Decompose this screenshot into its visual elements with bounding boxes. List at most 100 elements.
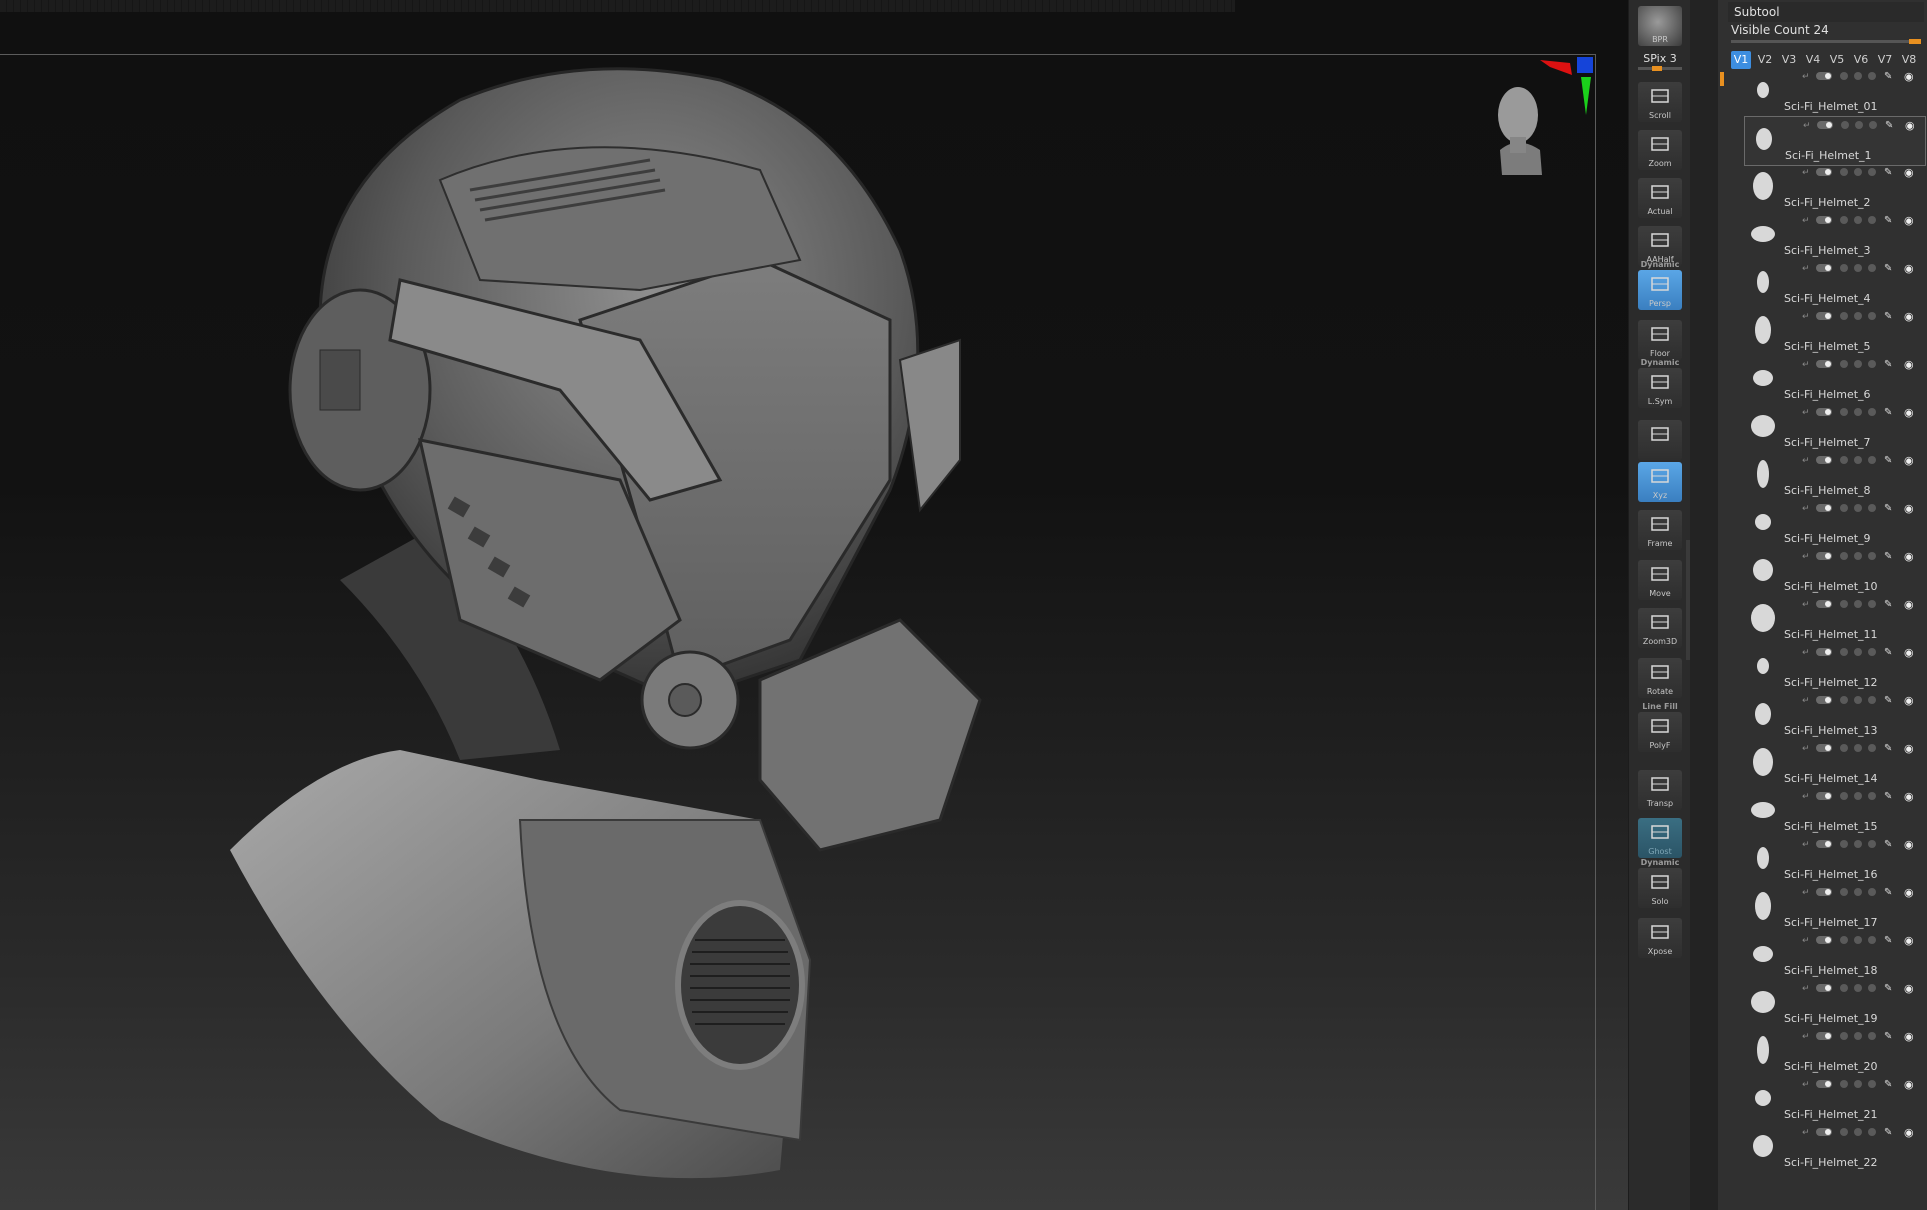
eye-icon[interactable]: ◉ — [1904, 1031, 1918, 1042]
brush-icon[interactable]: ✎ — [1884, 840, 1896, 850]
shelf-button-scroll[interactable]: Scroll — [1638, 82, 1682, 122]
visibility-dot-icon[interactable] — [1855, 121, 1863, 129]
navigation-head-gizmo[interactable] — [1480, 55, 1600, 185]
visibility-dot-icon[interactable] — [1854, 264, 1862, 272]
polypaint-icon[interactable] — [1840, 168, 1848, 176]
arrow-icon[interactable]: ↵ — [1802, 360, 1810, 370]
tab-v3[interactable]: V3 — [1779, 51, 1799, 69]
eye-icon[interactable]: ◉ — [1904, 1127, 1918, 1138]
arrow-icon[interactable]: ↵ — [1802, 648, 1810, 658]
brush-icon[interactable]: ✎ — [1884, 1128, 1896, 1138]
shelf-button-lock[interactable] — [1638, 420, 1682, 460]
brush-icon[interactable]: ✎ — [1884, 552, 1896, 562]
toggle-switch[interactable] — [1816, 840, 1832, 848]
visibility-dot-icon[interactable] — [1854, 1032, 1862, 1040]
toggle-switch[interactable] — [1816, 888, 1832, 896]
blend-icon[interactable] — [1868, 744, 1876, 752]
brush-icon[interactable]: ✎ — [1884, 648, 1896, 658]
toggle-switch[interactable] — [1816, 264, 1832, 272]
toggle-switch[interactable] — [1816, 696, 1832, 704]
polypaint-icon[interactable] — [1841, 121, 1849, 129]
shelf-button-zoom3d[interactable]: Zoom3D — [1638, 608, 1682, 648]
brush-icon[interactable]: ✎ — [1884, 264, 1896, 274]
tab-v1[interactable]: V1 — [1731, 51, 1751, 69]
visibility-dot-icon[interactable] — [1854, 552, 1862, 560]
arrow-icon[interactable]: ↵ — [1802, 792, 1810, 802]
blend-icon[interactable] — [1868, 456, 1876, 464]
eye-icon[interactable]: ◉ — [1904, 887, 1918, 898]
blend-icon[interactable] — [1868, 936, 1876, 944]
brush-icon[interactable]: ✎ — [1884, 216, 1896, 226]
vertical-scrollbar[interactable] — [1686, 540, 1690, 660]
brush-icon[interactable]: ✎ — [1884, 504, 1896, 514]
visibility-dot-icon[interactable] — [1854, 72, 1862, 80]
subtool-item[interactable]: ↵ ✎ ◉ Sci-Fi_Helmet_5 — [1744, 308, 1924, 356]
toggle-switch[interactable] — [1816, 72, 1832, 80]
brush-icon[interactable]: ✎ — [1884, 888, 1896, 898]
eye-icon[interactable]: ◉ — [1904, 503, 1918, 514]
brush-icon[interactable]: ✎ — [1884, 1080, 1896, 1090]
subtool-item[interactable]: ↵ ✎ ◉ Sci-Fi_Helmet_9 — [1744, 500, 1924, 548]
polypaint-icon[interactable] — [1840, 408, 1848, 416]
brush-icon[interactable]: ✎ — [1884, 408, 1896, 418]
polypaint-icon[interactable] — [1840, 792, 1848, 800]
polypaint-icon[interactable] — [1840, 984, 1848, 992]
brush-icon[interactable]: ✎ — [1884, 456, 1896, 466]
brush-icon[interactable]: ✎ — [1884, 360, 1896, 370]
polypaint-icon[interactable] — [1840, 1128, 1848, 1136]
blend-icon[interactable] — [1868, 360, 1876, 368]
toggle-switch[interactable] — [1816, 504, 1832, 512]
visibility-dot-icon[interactable] — [1854, 312, 1862, 320]
subtool-item[interactable]: ↵ ✎ ◉ Sci-Fi_Helmet_15 — [1744, 788, 1924, 836]
subtool-item[interactable]: ↵ ✎ ◉ Sci-Fi_Helmet_1 — [1744, 116, 1926, 166]
visibility-dot-icon[interactable] — [1854, 984, 1862, 992]
toggle-switch[interactable] — [1816, 1032, 1832, 1040]
arrow-icon[interactable]: ↵ — [1802, 456, 1810, 466]
eye-icon[interactable]: ◉ — [1904, 791, 1918, 802]
arrow-icon[interactable]: ↵ — [1802, 504, 1810, 514]
blend-icon[interactable] — [1868, 312, 1876, 320]
toggle-switch[interactable] — [1816, 216, 1832, 224]
polypaint-icon[interactable] — [1840, 696, 1848, 704]
eye-icon[interactable]: ◉ — [1904, 983, 1918, 994]
arrow-icon[interactable]: ↵ — [1802, 264, 1810, 274]
brush-icon[interactable]: ✎ — [1884, 312, 1896, 322]
blend-icon[interactable] — [1868, 696, 1876, 704]
polypaint-icon[interactable] — [1840, 312, 1848, 320]
eye-icon[interactable]: ◉ — [1904, 263, 1918, 274]
eye-icon[interactable]: ◉ — [1904, 359, 1918, 370]
arrow-icon[interactable]: ↵ — [1802, 1128, 1810, 1138]
shelf-button-polyf[interactable]: Line Fill PolyF — [1638, 702, 1682, 752]
blend-icon[interactable] — [1868, 72, 1876, 80]
slider-handle[interactable] — [1909, 39, 1921, 44]
eye-icon[interactable]: ◉ — [1904, 695, 1918, 706]
arrow-icon[interactable]: ↵ — [1802, 1032, 1810, 1042]
shelf-button-zoom[interactable]: Zoom — [1638, 130, 1682, 170]
eye-icon[interactable]: ◉ — [1904, 215, 1918, 226]
toggle-switch[interactable] — [1816, 792, 1832, 800]
subtool-item[interactable]: ↵ ✎ ◉ Sci-Fi_Helmet_22 — [1744, 1124, 1924, 1172]
brush-icon[interactable]: ✎ — [1884, 936, 1896, 946]
blend-icon[interactable] — [1868, 1128, 1876, 1136]
canvas-viewport[interactable] — [0, 0, 1628, 1210]
subtool-item[interactable]: ↵ ✎ ◉ Sci-Fi_Helmet_3 — [1744, 212, 1924, 260]
blend-icon[interactable] — [1868, 984, 1876, 992]
eye-icon[interactable]: ◉ — [1904, 935, 1918, 946]
blend-icon[interactable] — [1869, 121, 1877, 129]
visibility-dot-icon[interactable] — [1854, 408, 1862, 416]
subtool-item[interactable]: ↵ ✎ ◉ Sci-Fi_Helmet_4 — [1744, 260, 1924, 308]
eye-icon[interactable]: ◉ — [1904, 407, 1918, 418]
polypaint-icon[interactable] — [1840, 216, 1848, 224]
brush-icon[interactable]: ✎ — [1884, 1032, 1896, 1042]
visibility-dot-icon[interactable] — [1854, 648, 1862, 656]
polypaint-icon[interactable] — [1840, 888, 1848, 896]
helmet-3d-model[interactable] — [200, 60, 1100, 1210]
polypaint-icon[interactable] — [1840, 72, 1848, 80]
tab-v2[interactable]: V2 — [1755, 51, 1775, 69]
polypaint-icon[interactable] — [1840, 1032, 1848, 1040]
brush-icon[interactable]: ✎ — [1884, 168, 1896, 178]
eye-icon[interactable]: ◉ — [1904, 839, 1918, 850]
blend-icon[interactable] — [1868, 264, 1876, 272]
toggle-switch[interactable] — [1816, 312, 1832, 320]
eye-icon[interactable]: ◉ — [1904, 455, 1918, 466]
